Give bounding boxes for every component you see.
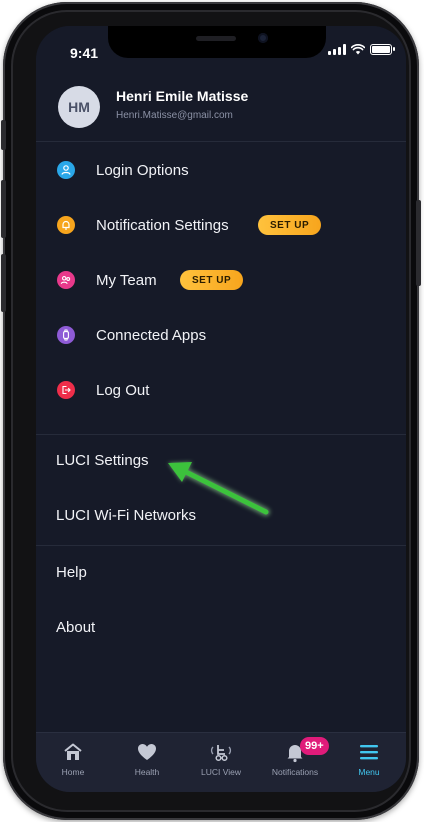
menu-item-notification-settings[interactable]: Notification Settings SET UP [36,205,406,245]
menu-item-about[interactable]: About [36,607,406,647]
tab-notifications[interactable]: 99+ Notifications [260,737,330,777]
status-bar: 9:41 [36,26,406,76]
menu-item-luci-wifi-networks[interactable]: LUCI Wi-Fi Networks [36,495,406,535]
logout-icon [57,381,75,399]
home-icon [64,743,82,760]
cellular-signal-icon [328,44,346,55]
profile-email: Henri.Matisse@gmail.com [116,110,233,121]
status-time: 9:41 [70,45,99,61]
tab-label: Menu [358,767,380,777]
tab-home[interactable]: Home [38,741,108,777]
menu-item-luci-settings[interactable]: LUCI Settings [36,440,406,480]
menu-item-label: About [56,618,96,636]
menu-item-label: Help [56,563,87,581]
menu-item-log-out[interactable]: Log Out [36,370,406,410]
watch-icon [57,326,75,344]
menu-item-label: LUCI Settings [56,451,149,469]
user-icon [57,161,75,179]
menu-item-my-team[interactable]: My Team SET UP [36,260,406,300]
power-button [416,200,421,286]
wheelchair-icon [210,745,232,762]
silent-switch [1,120,6,150]
tab-label: Health [134,767,160,777]
front-camera [258,33,268,43]
menu-item-label: My Team [96,271,157,289]
menu-item-label: Login Options [96,161,189,179]
tab-luci-view[interactable]: LUCI View [186,741,256,777]
profile-header[interactable]: HM Henri Emile Matisse Henri.Matisse@gma… [36,76,406,142]
setup-badge[interactable]: SET UP [258,215,322,235]
team-icon [57,271,75,289]
volume-up-button [1,180,6,238]
tab-label: LUCI View [201,767,241,777]
setup-badge[interactable]: SET UP [180,270,244,290]
divider [36,545,406,546]
menu-item-label: Connected Apps [96,326,207,344]
wifi-icon [351,44,365,55]
menu-item-label: Log Out [96,381,150,399]
bell-icon [57,216,75,234]
tab-menu[interactable]: Menu [334,741,404,777]
app-screen: 9:41 HM Henri Emile Matisse Henri.Matiss… [36,26,406,792]
profile-name: Henri Emile Matisse [116,88,249,104]
tab-health[interactable]: Health [112,741,182,777]
menu-item-login-options[interactable]: Login Options [36,150,406,190]
hamburger-menu-icon [360,745,378,760]
speaker [196,36,236,41]
battery-icon [370,44,395,55]
status-icons [328,44,395,55]
tab-label: Home [61,767,85,777]
divider [36,434,406,435]
menu-item-label: Notification Settings [96,216,229,234]
menu-item-connected-apps[interactable]: Connected Apps [36,315,406,355]
tab-label: Notifications [271,767,319,777]
avatar[interactable]: HM [58,86,100,128]
volume-down-button [1,254,6,312]
notch [108,26,326,58]
menu-item-label: LUCI Wi-Fi Networks [56,506,197,524]
bottom-tab-bar: Home Health LUCI View 99+ Notifications … [36,732,406,792]
notification-count-badge: 99+ [300,737,329,755]
heart-icon [138,744,156,760]
menu-item-help[interactable]: Help [36,552,406,592]
